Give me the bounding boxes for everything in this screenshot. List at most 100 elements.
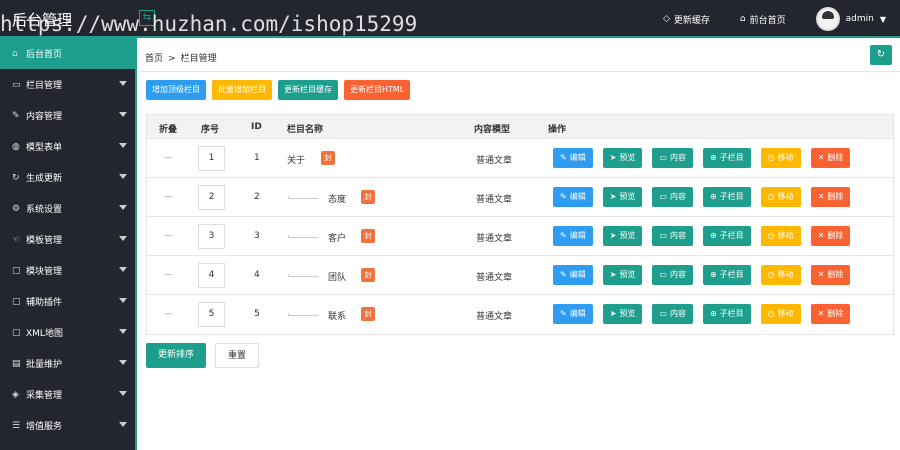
delete-label: 删除: [827, 231, 844, 240]
front-home-link[interactable]: ⌂ 前台首页: [740, 13, 786, 26]
child-column-button[interactable]: ⊕ 子栏目: [702, 265, 751, 285]
order-input[interactable]: 5: [198, 302, 225, 327]
sidebar-item-label: 采集管理: [26, 391, 63, 401]
fold-toggle[interactable]: —: [164, 270, 173, 280]
edit-button[interactable]: ✎ 编辑: [553, 148, 593, 168]
sidebar-item-generate[interactable]: ↻ 生成更新: [0, 162, 135, 193]
row-actions: ✎ 编辑 ➤ 预览 ▭ 内容 ⊕ 子栏目 ◷ 移动 ✕ 删除: [553, 304, 860, 324]
child-column-button[interactable]: ⊕ 子栏目: [702, 148, 751, 168]
move-button[interactable]: ◷ 移动: [760, 265, 801, 285]
gear-icon: ⚙: [12, 203, 21, 214]
preview-label: 预览: [619, 270, 636, 279]
front-home-label: 前台首页: [749, 15, 786, 26]
order-input[interactable]: 2: [198, 185, 225, 210]
preview-button[interactable]: ➤ 预览: [602, 187, 643, 207]
edit-button[interactable]: ✎ 编辑: [553, 226, 593, 246]
user-menu[interactable]: admin ▼: [815, 7, 886, 31]
sidebar-item-xml-map[interactable]: ▢ XML地图: [0, 317, 135, 348]
update-order-button[interactable]: 更新排序: [146, 343, 207, 368]
sidebar-item-dashboard[interactable]: ⌂ 后台首页: [0, 38, 135, 69]
table-row: — 2 2 态度 封 普通文章 ✎ 编辑 ➤ 预览 ▭ 内容 ⊕ 子栏目 ◷ 移动 ✕ 删除: [147, 178, 893, 217]
move-button[interactable]: ◷ 移动: [760, 148, 801, 168]
tree-line: [288, 274, 318, 277]
child-column-button[interactable]: ⊕ 子栏目: [702, 304, 751, 324]
fold-toggle[interactable]: —: [164, 231, 173, 241]
content-button[interactable]: ▭ 内容: [652, 148, 693, 168]
refresh-button[interactable]: ↻: [870, 45, 892, 65]
preview-button[interactable]: ➤ 预览: [602, 265, 643, 285]
breadcrumb-home[interactable]: 首页: [145, 54, 163, 64]
batch-add-column-button[interactable]: 批量增加栏目: [212, 80, 272, 100]
preview-label: 预览: [619, 192, 636, 201]
move-button[interactable]: ◷ 移动: [760, 226, 801, 246]
content-button[interactable]: ▭ 内容: [652, 265, 693, 285]
header-model: 内容模型: [474, 125, 511, 135]
clock-icon: ◷: [767, 192, 775, 201]
delete-button[interactable]: ✕ 删除: [810, 304, 851, 324]
preview-button[interactable]: ➤ 预览: [602, 226, 643, 246]
order-input[interactable]: 4: [198, 263, 225, 288]
sidebar-item-plugins[interactable]: ▢ 辅助插件: [0, 286, 135, 317]
delete-button[interactable]: ✕ 删除: [810, 148, 851, 168]
column-table: 折叠 序号 ID 栏目名称 内容模型 操作 —1 1 关于封普通文章 ✎ 编辑 ➤ 预览 ▭ 内…: [146, 114, 894, 335]
add-top-column-button[interactable]: 增加顶级栏目: [146, 80, 206, 100]
edit-button[interactable]: ✎ 编辑: [553, 304, 593, 324]
chevron-down-icon: [119, 267, 127, 272]
refresh-icon: ↻: [876, 49, 886, 60]
update-column-html-button[interactable]: 更新栏目HTML: [344, 80, 411, 100]
delete-button[interactable]: ✕ 删除: [810, 187, 851, 207]
edit-button[interactable]: ✎ 编辑: [553, 265, 593, 285]
child-column-button[interactable]: ⊕ 子栏目: [702, 226, 751, 246]
table-row: — 3 3 客户 封 普通文章 ✎ 编辑 ➤ 预览 ▭ 内容 ⊕ 子栏目 ◷ 移动 ✕ 删除: [147, 217, 893, 256]
clear-cache-link[interactable]: ◇ 更新缓存: [663, 13, 710, 26]
sidebar-item-modules[interactable]: ▢ 模块管理: [0, 255, 135, 286]
sidebar-item-label: 增值服务: [26, 422, 63, 432]
move-button[interactable]: ◷ 移动: [760, 187, 801, 207]
list-icon: ☰: [12, 420, 21, 431]
sidebar-item-label: 栏目管理: [26, 81, 63, 91]
sidebar-item-templates[interactable]: ☜ 模板管理: [0, 224, 135, 255]
reset-button[interactable]: 重置: [215, 343, 260, 368]
edit-label: 编辑: [569, 192, 586, 201]
tree-line: [288, 196, 318, 199]
folder-icon: ▭: [659, 309, 667, 318]
order-input[interactable]: 1: [198, 146, 225, 171]
fold-toggle[interactable]: —: [164, 192, 173, 202]
refresh-icon: ↻: [12, 172, 20, 183]
content-button[interactable]: ▭ 内容: [652, 304, 693, 324]
child-column-button[interactable]: ⊕ 子栏目: [702, 187, 751, 207]
preview-button[interactable]: ➤ 预览: [602, 148, 643, 168]
move-button[interactable]: ◷ 移动: [760, 304, 801, 324]
edit-button[interactable]: ✎ 编辑: [553, 187, 593, 207]
delete-button[interactable]: ✕ 删除: [810, 265, 851, 285]
delete-label: 删除: [827, 309, 844, 318]
sidebar-item-label: 模板管理: [26, 236, 63, 246]
sidebar-item-services[interactable]: ☰ 增值服务: [0, 410, 135, 441]
monitor-icon: ▭: [12, 79, 21, 90]
sidebar-item-batch[interactable]: ▤ 批量维护: [0, 348, 135, 379]
update-column-cache-button[interactable]: 更新栏目缓存: [278, 80, 338, 100]
content-button[interactable]: ▭ 内容: [652, 226, 693, 246]
content-button[interactable]: ▭ 内容: [652, 187, 693, 207]
order-input[interactable]: 3: [198, 224, 225, 249]
status-badge: 封: [361, 229, 375, 243]
sidebar-item-models[interactable]: ◍ 模型表单: [0, 131, 135, 162]
fold-toggle[interactable]: —: [164, 309, 173, 319]
sidebar-item-label: 批量维护: [26, 360, 63, 370]
preview-button[interactable]: ➤ 预览: [602, 304, 643, 324]
sidebar-item-label: 模块管理: [26, 267, 63, 277]
content-model: 普通文章: [476, 156, 513, 166]
delete-button[interactable]: ✕ 删除: [810, 226, 851, 246]
sidebar-item-settings[interactable]: ⚙ 系统设置: [0, 193, 135, 224]
fold-toggle[interactable]: —: [164, 153, 173, 163]
pencil-icon: ✎: [560, 231, 567, 240]
tree-line: [288, 313, 318, 316]
folder-icon: ▭: [659, 231, 667, 240]
move-label: 移动: [777, 270, 794, 279]
sidebar-item-collect[interactable]: ◈ 采集管理: [0, 379, 135, 410]
clock-icon: ◷: [767, 231, 775, 240]
sidebar-item-content[interactable]: ✎ 内容管理: [0, 100, 135, 131]
sidebar-item-columns[interactable]: ▭ 栏目管理: [0, 69, 135, 100]
clock-icon: ◷: [767, 270, 775, 279]
column-name: 团队: [328, 273, 347, 283]
